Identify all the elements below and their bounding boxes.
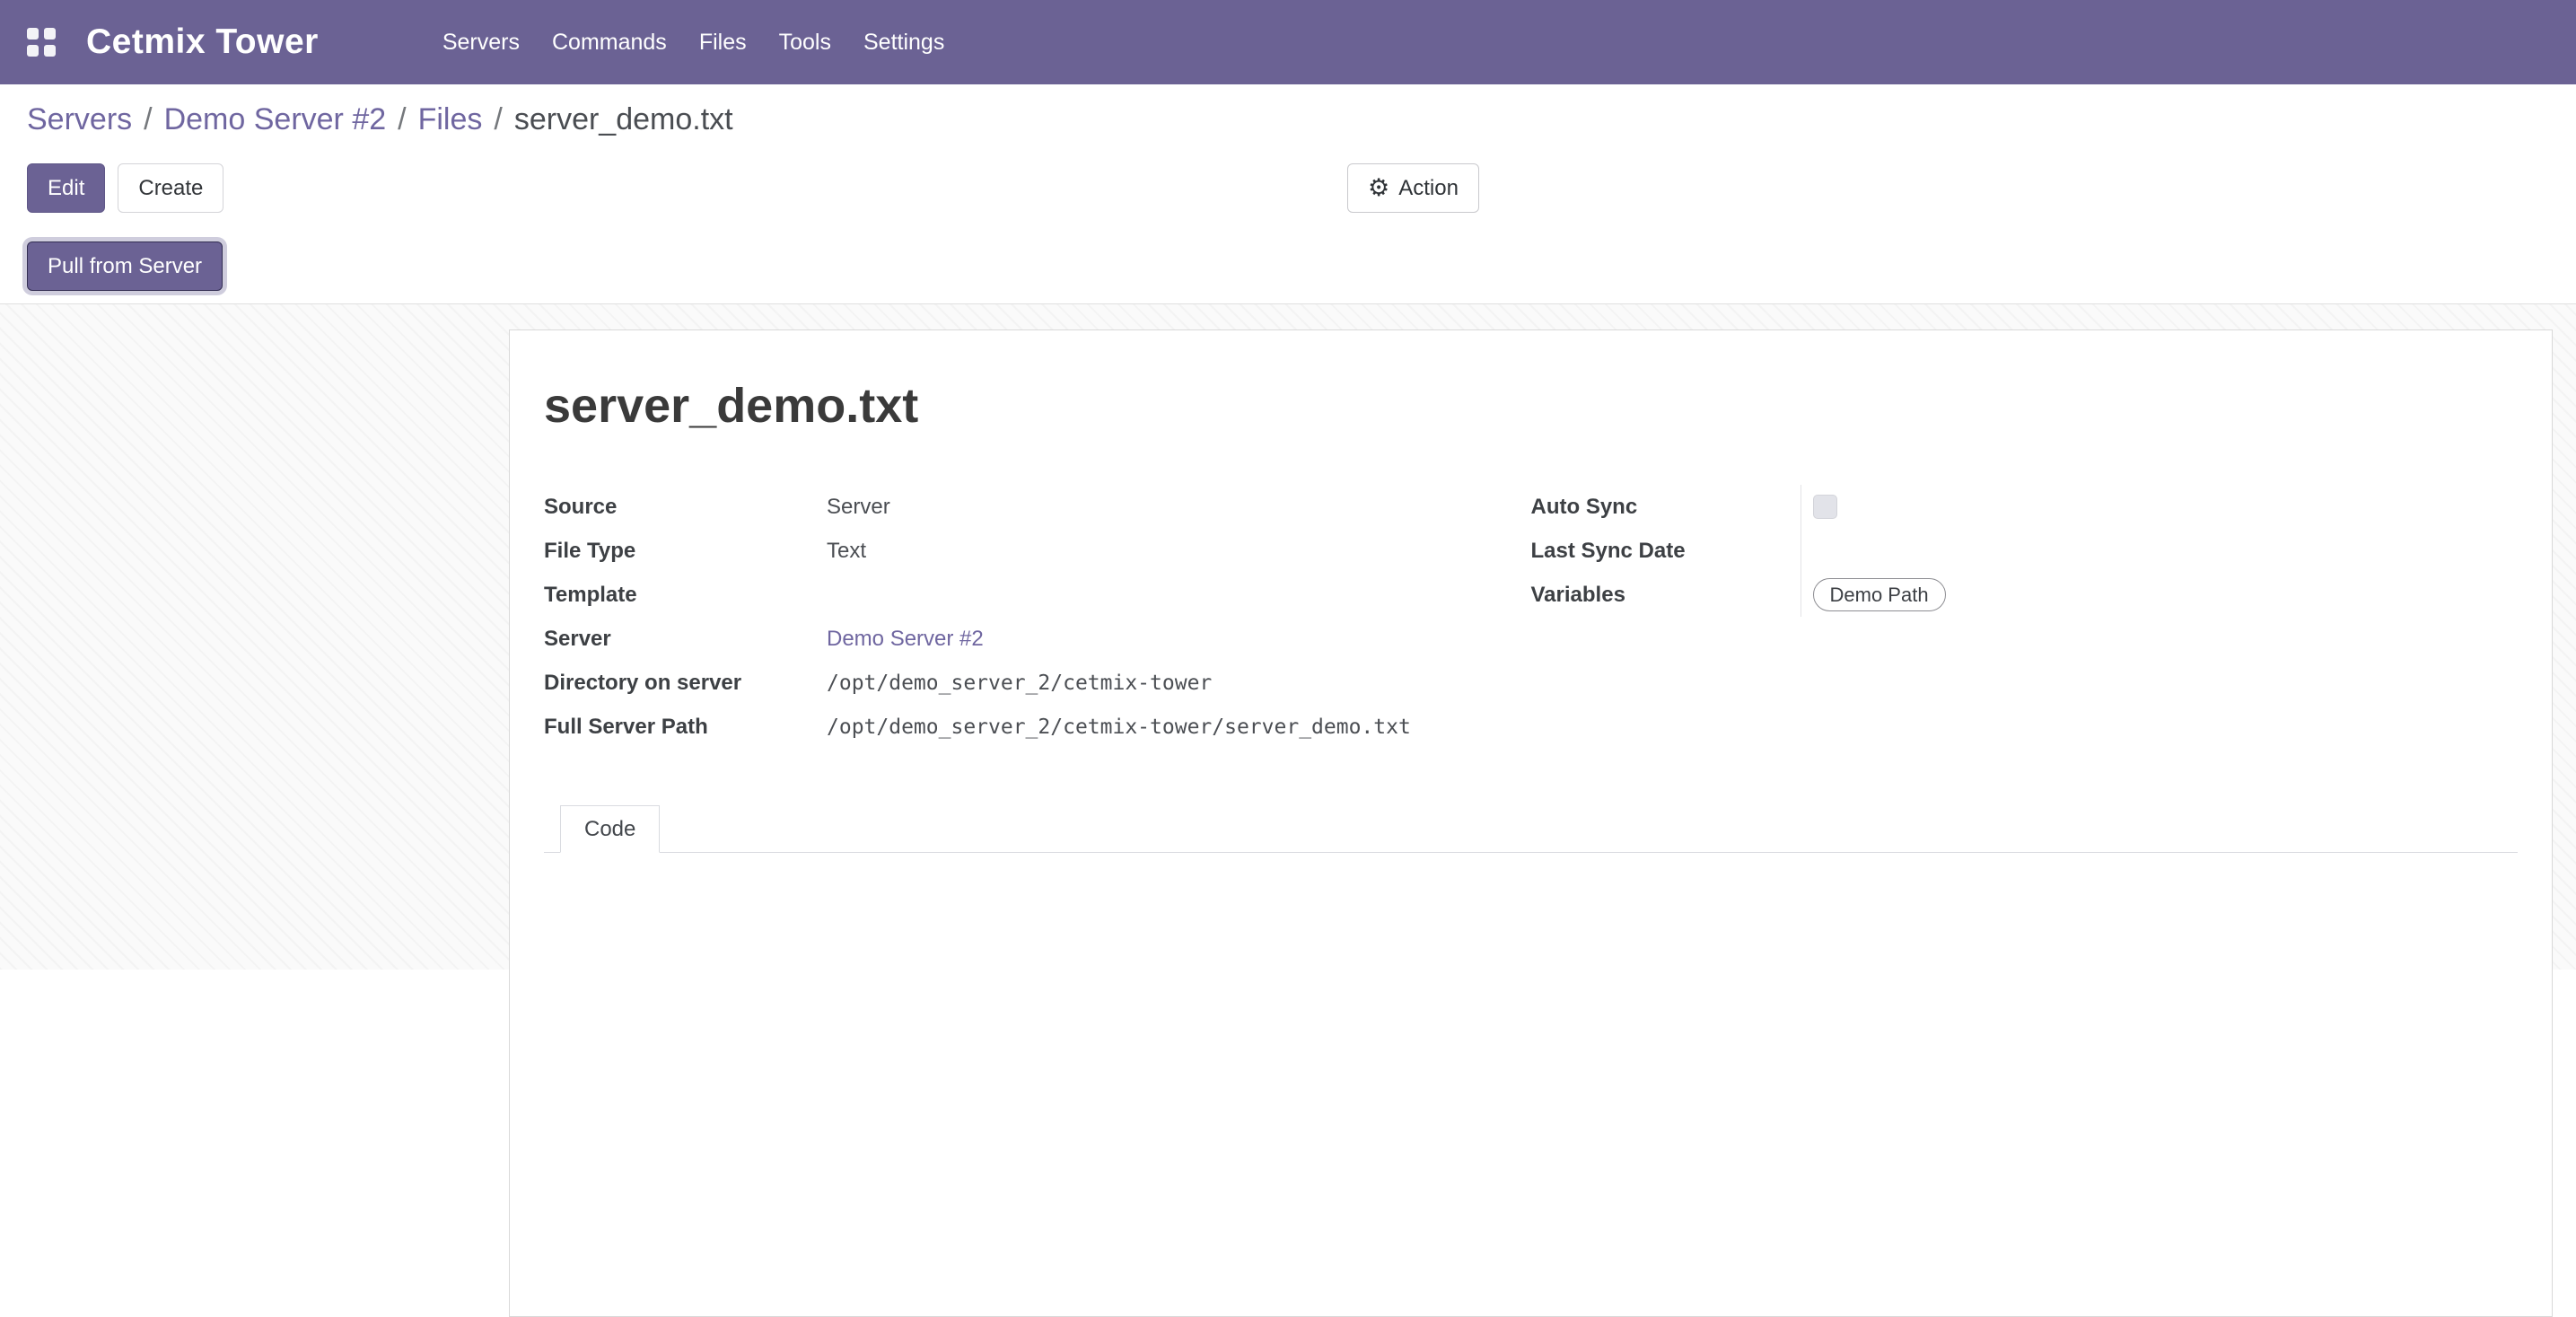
menu-item-tools[interactable]: Tools bbox=[763, 0, 847, 84]
field-row-auto-sync: Auto Sync bbox=[1531, 485, 2519, 529]
apps-grid-icon[interactable] bbox=[27, 28, 56, 57]
field-label: Full Server Path bbox=[544, 715, 827, 740]
field-label: Source bbox=[544, 495, 827, 520]
variable-tag-demo-path: Demo Path bbox=[1813, 578, 1946, 611]
field-value-source: Server bbox=[827, 485, 890, 529]
menu-item-servers[interactable]: Servers bbox=[426, 0, 536, 84]
menu-item-settings[interactable]: Settings bbox=[847, 0, 960, 84]
field-label: Auto Sync bbox=[1531, 495, 1801, 520]
apps-grid-square bbox=[27, 28, 39, 40]
apps-grid-square bbox=[44, 45, 56, 57]
tab-code[interactable]: Code bbox=[560, 805, 660, 853]
field-label: Last Sync Date bbox=[1531, 539, 1801, 564]
field-value-full-path: /opt/demo_server_2/cetmix-tower/server_d… bbox=[827, 705, 1411, 749]
button-row: Edit Create ⚙ Action bbox=[27, 163, 2549, 213]
edit-button[interactable]: Edit bbox=[27, 163, 105, 213]
field-label: Directory on server bbox=[544, 671, 827, 696]
action-button-label: Action bbox=[1398, 176, 1459, 201]
notebook: Code bbox=[544, 805, 2518, 970]
apps-grid-square bbox=[44, 28, 56, 40]
field-row-variables: Variables Demo Path bbox=[1531, 573, 2519, 617]
breadcrumb-current: server_demo.txt bbox=[514, 102, 733, 136]
field-row-last-sync-date: Last Sync Date bbox=[1531, 529, 2519, 573]
field-row-source: Source Server bbox=[544, 485, 1531, 529]
pull-from-server-button[interactable]: Pull from Server bbox=[27, 241, 223, 291]
server-link[interactable]: Demo Server #2 bbox=[827, 627, 984, 652]
menu-item-commands[interactable]: Commands bbox=[536, 0, 683, 84]
field-group-right: Auto Sync Last Sync Date Variables Demo … bbox=[1531, 485, 2519, 749]
field-row-file-type: File Type Text bbox=[544, 529, 1531, 573]
breadcrumb-separator: / bbox=[144, 102, 152, 136]
gear-icon: ⚙ bbox=[1368, 176, 1389, 200]
field-row-server: Server Demo Server #2 bbox=[544, 617, 1531, 661]
form-sheet: server_demo.txt Source Server File Type … bbox=[509, 329, 2553, 1317]
field-value-file-type: Text bbox=[827, 529, 866, 573]
apps-grid-square bbox=[27, 45, 39, 57]
field-value-auto-sync bbox=[1801, 485, 2519, 529]
field-row-full-path: Full Server Path /opt/demo_server_2/cetm… bbox=[544, 705, 1531, 749]
field-row-directory: Directory on server /opt/demo_server_2/c… bbox=[544, 661, 1531, 705]
breadcrumb-link-demo-server-2[interactable]: Demo Server #2 bbox=[164, 102, 387, 136]
field-label: File Type bbox=[544, 539, 827, 564]
breadcrumb-link-servers[interactable]: Servers bbox=[27, 102, 132, 136]
field-value-variables: Demo Path bbox=[1801, 573, 2519, 617]
breadcrumb-separator: / bbox=[398, 102, 406, 136]
tab-code-content bbox=[544, 853, 2518, 970]
menu-item-files[interactable]: Files bbox=[683, 0, 763, 84]
field-group-left: Source Server File Type Text Template Se… bbox=[544, 485, 1531, 749]
breadcrumb-link-files[interactable]: Files bbox=[418, 102, 483, 136]
field-label: Server bbox=[544, 627, 827, 652]
control-panel: Servers / Demo Server #2 / Files / server_demo… bbox=[0, 84, 2576, 304]
create-button[interactable]: Create bbox=[118, 163, 223, 213]
top-navbar: Cetmix Tower Servers Commands Files Tool… bbox=[0, 0, 2576, 84]
auto-sync-checkbox bbox=[1813, 495, 1837, 519]
record-title: server_demo.txt bbox=[544, 377, 2518, 435]
field-groups: Source Server File Type Text Template Se… bbox=[544, 485, 2518, 749]
app-brand-title[interactable]: Cetmix Tower bbox=[86, 22, 319, 62]
field-value-last-sync-date bbox=[1801, 529, 2519, 573]
notebook-tabs: Code bbox=[544, 805, 2518, 853]
action-button-wrap: ⚙ Action bbox=[1347, 163, 1479, 213]
field-label: Template bbox=[544, 583, 827, 608]
breadcrumb-separator: / bbox=[494, 102, 502, 136]
action-button[interactable]: ⚙ Action bbox=[1347, 163, 1479, 213]
navbar-menu: Servers Commands Files Tools Settings bbox=[426, 0, 960, 84]
field-label: Variables bbox=[1531, 583, 1801, 608]
field-value-server: Demo Server #2 bbox=[827, 617, 984, 661]
breadcrumb: Servers / Demo Server #2 / Files / server_demo… bbox=[27, 99, 2549, 140]
pull-row: Pull from Server bbox=[27, 241, 2549, 291]
field-value-directory: /opt/demo_server_2/cetmix-tower bbox=[827, 661, 1212, 705]
form-view-background: server_demo.txt Source Server File Type … bbox=[0, 304, 2576, 970]
field-row-template: Template bbox=[544, 573, 1531, 617]
